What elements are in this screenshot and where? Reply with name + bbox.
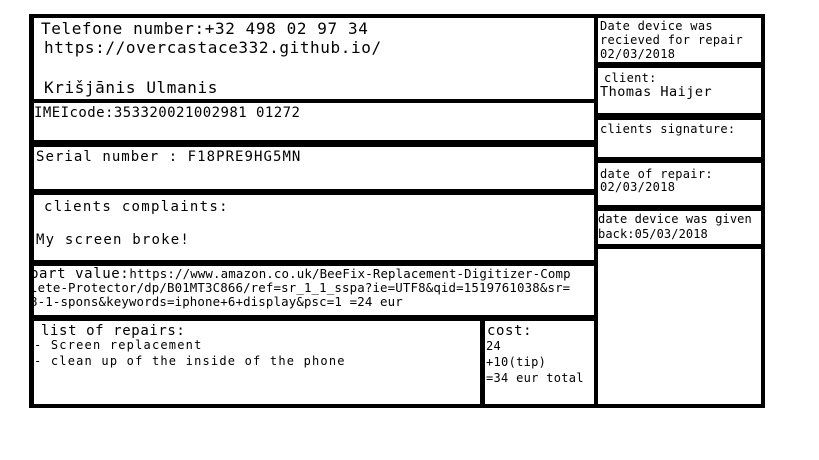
received-label: recieved for repair: [600, 33, 743, 47]
received-label: Date device was: [600, 19, 713, 33]
cost-section: cost: 24 +10(tip) =34 eur total: [485, 321, 594, 404]
given-back-date: back:05/03/2018: [598, 227, 708, 241]
complaints-label: clients complaints:: [44, 199, 229, 215]
imei-section: IMEIcode:353320021002981 01272: [34, 103, 594, 140]
client-section: client: Thomas Haijer: [598, 68, 761, 113]
imei-code: IMEIcode:353320021002981 01272: [34, 105, 301, 121]
serial-number: Serial number : F18PRE9HG5MN: [36, 149, 302, 165]
cost-line: =34 eur total: [486, 371, 584, 385]
repair-date-label: date of repair:: [600, 167, 713, 181]
complaints-text: My screen broke!: [36, 232, 191, 248]
repairs-section: list of repairs: - Screen replacement - …: [34, 321, 480, 404]
repair-date-section: date of repair: 02/03/2018: [598, 163, 761, 205]
owner-name: Krišjānis Ulmanis: [44, 78, 218, 97]
client-name: Thomas Haijer: [600, 84, 713, 100]
signature-label: clients signature:: [600, 122, 736, 136]
received-date: 02/03/2018: [600, 47, 676, 61]
phone-number: Telefone number:+32 498 02 97 34: [41, 19, 369, 38]
cost-line: +10(tip): [486, 355, 547, 369]
repairs-label: list of repairs:: [41, 323, 186, 339]
contact-section: Telefone number:+32 498 02 97 34 https:/…: [34, 18, 594, 99]
given-back-label: date device was given: [598, 212, 752, 226]
repair-item: - clean up of the inside of the phone: [34, 354, 346, 368]
complaints-section: clients complaints: My screen broke!: [34, 195, 594, 260]
serial-section: Serial number : F18PRE9HG5MN: [34, 147, 594, 189]
repair-item: - Screen replacement: [34, 338, 203, 352]
cost-line: 24: [486, 339, 502, 353]
part-value-text: part value:https://www.amazon.co.uk/BeeF…: [34, 267, 572, 309]
signature-section: clients signature:: [598, 120, 761, 157]
repair-date: 02/03/2018: [600, 180, 676, 194]
cost-label: cost:: [487, 323, 533, 339]
client-label: client:: [604, 71, 657, 85]
received-date-section: Date device was recieved for repair 02/0…: [598, 18, 761, 62]
given-back-section: date device was given back:05/03/2018: [598, 211, 761, 244]
part-value-section: part value:https://www.amazon.co.uk/BeeF…: [34, 266, 594, 315]
website-url: https://overcastace332.github.io/: [44, 38, 382, 57]
empty-section: [598, 249, 761, 404]
